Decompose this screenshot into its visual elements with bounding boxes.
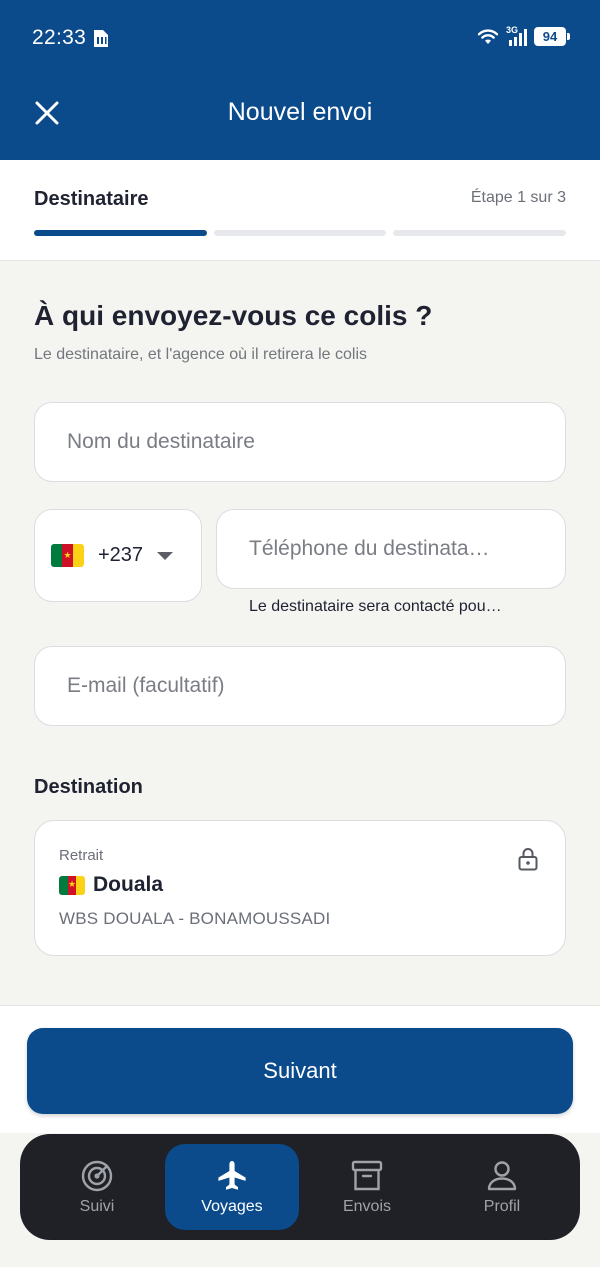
- bottom-tab-bar: Suivi Voyages Envois Profil: [20, 1134, 580, 1240]
- next-button[interactable]: Suivant: [27, 1028, 573, 1114]
- radar-icon: [81, 1160, 113, 1192]
- step-counter: Étape 1 sur 3: [470, 189, 566, 206]
- cameroon-flag-icon: ★: [59, 875, 85, 895]
- destination-kind: Retrait: [59, 847, 104, 864]
- recipient-phone-field[interactable]: Téléphone du destinata…: [216, 509, 566, 589]
- step-progress: Destinataire Étape 1 sur 3: [0, 160, 600, 261]
- recipient-phone-placeholder: Téléphone du destinata…: [249, 537, 490, 560]
- step-bar-1: [34, 230, 207, 236]
- tab-profil[interactable]: Profil: [435, 1144, 569, 1230]
- status-icons: 3G 94: [476, 25, 570, 47]
- tab-label: Suivi: [79, 1198, 115, 1215]
- phone-helper-text: Le destinataire sera contacté pou…: [249, 598, 502, 615]
- app-bar: Nouvel envoi: [0, 78, 600, 160]
- svg-text:3G: 3G: [506, 25, 518, 35]
- tab-label: Voyages: [201, 1198, 263, 1215]
- destination-card: Retrait ★ Douala WBS DOUALA - BONAMOUSSA…: [34, 820, 566, 956]
- destination-city-row: ★ Douala: [59, 873, 163, 897]
- tab-suivi[interactable]: Suivi: [30, 1144, 164, 1230]
- recipient-name-placeholder: Nom du destinataire: [67, 430, 255, 453]
- dial-code: +237: [98, 544, 144, 566]
- destination-section-title: Destination: [34, 776, 143, 798]
- step-bar-3: [393, 230, 567, 236]
- sim-card-icon: [94, 30, 108, 47]
- form-footer: Suivant: [0, 1005, 600, 1133]
- tab-label: Envois: [342, 1198, 392, 1215]
- recipient-name-field[interactable]: Nom du destinataire: [34, 402, 566, 482]
- tab-voyages[interactable]: Voyages: [165, 1144, 299, 1230]
- cameroon-flag-icon: ★: [51, 544, 84, 567]
- step-bar-2: [213, 230, 387, 236]
- email-placeholder: E-mail (facultatif): [67, 674, 225, 697]
- signal-3g-icon: 3G: [506, 25, 527, 46]
- email-field[interactable]: E-mail (facultatif): [34, 646, 566, 726]
- lock-icon: [518, 848, 538, 871]
- chevron-down-icon: [157, 551, 174, 560]
- form-heading: À qui envoyez-vous ce colis ?: [34, 300, 433, 331]
- battery-indicator: 94: [534, 26, 570, 46]
- destination-agency: WBS DOUALA - BONAMOUSSADI: [59, 909, 331, 928]
- step-progress-bars: [34, 230, 567, 236]
- form-subheading: Le destinataire, et l'agence où il retir…: [34, 346, 368, 363]
- tab-label: Profil: [483, 1198, 521, 1215]
- airplane-icon: [218, 1161, 246, 1190]
- page-title: Nouvel envoi: [227, 98, 373, 126]
- step-title: Destinataire: [34, 188, 149, 210]
- archive-box-icon: [351, 1160, 383, 1191]
- destination-city: Douala: [93, 873, 164, 896]
- status-time: 22:33: [32, 26, 87, 49]
- tab-envois[interactable]: Envois: [300, 1144, 434, 1230]
- wifi-icon: [477, 29, 499, 44]
- country-code-selector[interactable]: ★ +237: [34, 509, 202, 602]
- status-bar: 22:33 3G 94: [0, 0, 600, 78]
- person-icon: [487, 1161, 517, 1191]
